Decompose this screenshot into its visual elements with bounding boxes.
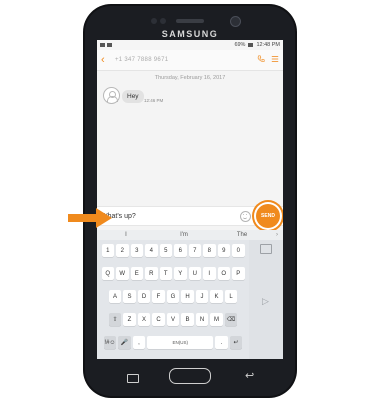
enter-key[interactable]: ↵: [229, 336, 243, 349]
key[interactable]: F: [152, 290, 165, 303]
back-icon[interactable]: ↩: [245, 369, 254, 382]
space-key[interactable]: EN(US): [147, 336, 214, 349]
send-button[interactable]: SEND: [256, 204, 280, 228]
home-row: A S D F G H J K L: [97, 290, 249, 303]
message-bubble[interactable]: Hey: [122, 90, 144, 103]
key[interactable]: 2: [116, 244, 129, 257]
backspace-key[interactable]: ⌫: [224, 313, 238, 326]
key[interactable]: H: [181, 290, 194, 303]
key[interactable]: Q: [101, 267, 114, 280]
suggestion-bar: I I'm The ›: [97, 230, 283, 240]
key[interactable]: 9: [217, 244, 230, 257]
shift-key[interactable]: ⇧: [108, 313, 122, 326]
key[interactable]: Y: [174, 267, 187, 280]
number-row: 1 2 3 4 5 6 7 8 9 0: [97, 244, 249, 257]
phone-icon[interactable]: [257, 55, 265, 65]
key[interactable]: T: [159, 267, 172, 280]
key[interactable]: N: [195, 313, 209, 326]
key[interactable]: J: [195, 290, 209, 303]
key[interactable]: W: [116, 267, 129, 280]
key[interactable]: 6: [174, 244, 187, 257]
space-row: !#☺ 🎤 , EN(US) . ↵: [97, 336, 249, 349]
sensor-dot: [151, 18, 157, 24]
front-camera: [230, 16, 241, 27]
emoji-icon[interactable]: [240, 210, 251, 222]
contact-name: +1 347 7888 9671: [115, 57, 169, 63]
key[interactable]: D: [137, 290, 151, 303]
message-notification-icon: [107, 43, 112, 47]
app-bar: ‹ +1 347 7888 9671: [97, 50, 283, 71]
key[interactable]: L: [224, 290, 238, 303]
key[interactable]: O: [217, 267, 230, 280]
key[interactable]: P: [232, 267, 245, 280]
message-time: 12:46 PM: [144, 98, 164, 103]
thread-date: Thursday, February 16, 2017: [154, 75, 226, 81]
key[interactable]: 0: [232, 244, 245, 257]
key[interactable]: M: [210, 313, 223, 326]
symbol-key[interactable]: !#☺: [103, 336, 117, 349]
key[interactable]: U: [188, 267, 201, 280]
hardware-nav-bar: ↩: [97, 364, 283, 392]
qwerty-row: Q W E R T Y U I O P: [97, 267, 249, 280]
key[interactable]: 5: [159, 244, 172, 257]
brand-logo: SAMSUNG: [161, 29, 219, 39]
sensor-dot: [160, 18, 166, 24]
key[interactable]: X: [137, 313, 151, 326]
key[interactable]: V: [166, 313, 180, 326]
phone-frame: SAMSUNG 69% 12:48 PM ‹ +1 347 7888 9671: [83, 4, 297, 398]
key[interactable]: 4: [145, 244, 158, 257]
resize-keyboard-icon[interactable]: [260, 244, 272, 254]
menu-icon[interactable]: [271, 55, 279, 65]
key[interactable]: C: [152, 313, 165, 326]
earpiece-speaker: [176, 19, 204, 23]
home-button[interactable]: [169, 368, 211, 384]
key[interactable]: A: [108, 290, 122, 303]
key[interactable]: I: [203, 267, 216, 280]
keyboard: 1 2 3 4 5 6 7 8 9 0 Q W E R T Y U I O P …: [97, 240, 283, 359]
battery-level: 69%: [234, 42, 246, 48]
battery-icon: [248, 43, 254, 47]
status-bar: 69% 12:48 PM: [97, 40, 283, 50]
expand-arrow-icon[interactable]: ▷: [262, 296, 269, 307]
clock: 12:48 PM: [256, 42, 280, 48]
key[interactable]: Z: [123, 313, 136, 326]
screen: 69% 12:48 PM ‹ +1 347 7888 9671 Thursday…: [97, 40, 283, 359]
key[interactable]: 3: [130, 244, 143, 257]
comma-key[interactable]: ,: [132, 336, 146, 349]
key[interactable]: R: [145, 267, 158, 280]
compose-bar: What's up? SEND: [97, 204, 283, 228]
period-key[interactable]: .: [215, 336, 228, 349]
microphone-icon[interactable]: 🎤: [118, 336, 131, 349]
key[interactable]: B: [181, 313, 194, 326]
suggestion-item[interactable]: The: [213, 232, 271, 238]
bottom-letter-row: ⇧ Z X C V B N M ⌫: [97, 313, 249, 326]
key[interactable]: 7: [188, 244, 201, 257]
key[interactable]: K: [210, 290, 223, 303]
key[interactable]: S: [123, 290, 136, 303]
key[interactable]: E: [130, 267, 143, 280]
message-input[interactable]: What's up?: [97, 213, 240, 220]
pointer-arrow-icon: [68, 208, 112, 228]
contact-avatar-icon[interactable]: [103, 87, 120, 104]
key[interactable]: 8: [203, 244, 216, 257]
recent-apps-icon[interactable]: [127, 374, 139, 383]
suggestion-item[interactable]: I: [97, 232, 155, 238]
chevron-right-icon[interactable]: ›: [271, 232, 283, 238]
key[interactable]: 1: [101, 244, 114, 257]
key[interactable]: G: [166, 290, 180, 303]
suggestion-item[interactable]: I'm: [155, 232, 213, 238]
image-notification-icon: [100, 43, 105, 47]
back-arrow-icon[interactable]: ‹: [101, 54, 115, 66]
keyboard-side-panel: ▷: [249, 240, 283, 359]
